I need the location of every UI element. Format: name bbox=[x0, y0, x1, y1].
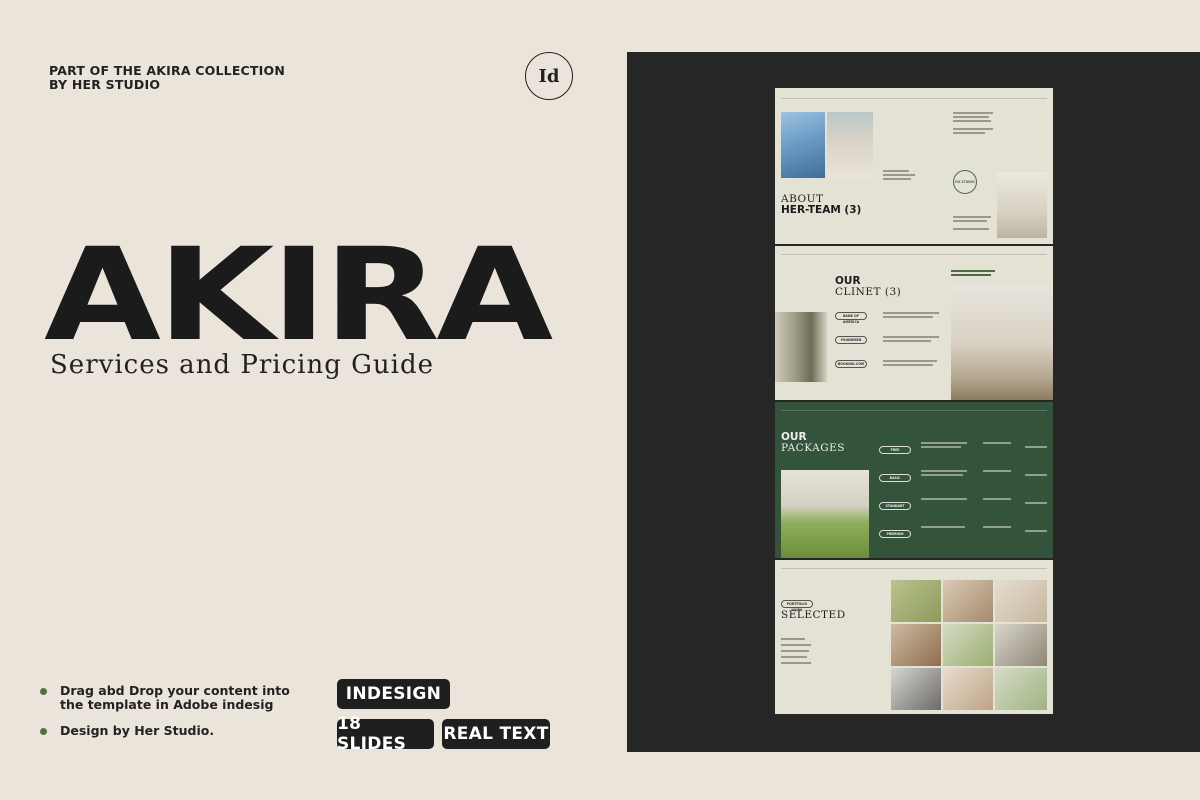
studio-stamp: HS STUDIO bbox=[953, 170, 977, 194]
bullet-icon bbox=[40, 728, 47, 735]
photo-team-member bbox=[997, 172, 1047, 238]
tag-real-text: REAL TEXT bbox=[442, 719, 550, 749]
package-pill: BASIC bbox=[879, 474, 911, 482]
gallery-photo bbox=[995, 668, 1047, 710]
feature-item: Drag abd Drop your content into the temp… bbox=[40, 684, 305, 712]
photo-lounge-chair bbox=[951, 286, 1053, 400]
collection-caption: PART OF THE AKIRA COLLECTION BY HER STUD… bbox=[49, 64, 285, 92]
packages-heading: OUR PACKAGES bbox=[781, 432, 845, 454]
photo-green-outfit bbox=[781, 470, 869, 558]
clients-heading: OUR CLINET (3) bbox=[835, 276, 901, 298]
collection-line-2: BY HER STUDIO bbox=[49, 77, 161, 92]
tag-slides: 18 SLIDES bbox=[337, 714, 434, 754]
gallery-photo bbox=[891, 668, 941, 710]
brand-title: AKIRA bbox=[44, 221, 553, 370]
gallery-photo bbox=[995, 580, 1047, 622]
gallery-photo bbox=[943, 624, 993, 666]
indesign-badge-label: Id bbox=[538, 65, 560, 87]
tag-indesign: INDESIGN bbox=[337, 679, 450, 709]
feature-text: Drag abd Drop your content into the temp… bbox=[60, 683, 290, 712]
collection-line-1: PART OF THE AKIRA COLLECTION bbox=[49, 63, 285, 78]
package-pill: STANDART bbox=[879, 502, 911, 510]
gallery-photo bbox=[943, 580, 993, 622]
gallery-photo bbox=[891, 624, 941, 666]
photo-interior bbox=[775, 312, 827, 382]
feature-text: Design by Her Studio. bbox=[60, 723, 215, 738]
template-preview: ABOUT HER-TEAM (3) HS STUDIO OUR CLINET … bbox=[627, 52, 1200, 752]
spread-selected: PORTFOLIO WORK SELECTED bbox=[775, 560, 1053, 714]
team-heading-title: HER-TEAM (3) bbox=[781, 204, 862, 216]
bullet-icon bbox=[40, 688, 47, 695]
selected-heading: SELECTED bbox=[781, 610, 846, 621]
spread-clients: OUR CLINET (3) BANK OF AMERICA YOUNGMEN … bbox=[775, 246, 1053, 400]
client-pill: YOUNGMEN bbox=[835, 336, 867, 344]
gallery-photo bbox=[995, 624, 1047, 666]
client-pill: BANK OF AMERICA bbox=[835, 312, 867, 324]
client-pill: BOOKING.COM bbox=[835, 360, 867, 368]
selected-heading-title: SELECTED bbox=[781, 609, 846, 621]
feature-item: Design by Her Studio. bbox=[40, 724, 305, 738]
feature-list: Drag abd Drop your content into the temp… bbox=[40, 684, 305, 750]
package-pill: FREE bbox=[879, 446, 911, 454]
gallery-photo bbox=[943, 668, 993, 710]
photo-team-member bbox=[781, 112, 825, 178]
brand-subtitle: Services and Pricing Guide bbox=[50, 350, 434, 380]
gallery-photo bbox=[891, 580, 941, 622]
clients-heading-title: CLINET (3) bbox=[835, 286, 902, 298]
package-pill: PREMIUM bbox=[879, 530, 911, 538]
indesign-badge-icon: Id bbox=[525, 52, 573, 100]
packages-heading-title: PACKAGES bbox=[781, 442, 845, 454]
team-heading: ABOUT HER-TEAM (3) bbox=[781, 194, 861, 216]
spread-about-team: ABOUT HER-TEAM (3) HS STUDIO bbox=[775, 88, 1053, 244]
photo-team-member bbox=[827, 112, 873, 178]
spread-packages: OUR PACKAGES FREE BASIC STANDART PREMIUM bbox=[775, 402, 1053, 558]
portfolio-tag: PORTFOLIO WORK bbox=[781, 600, 813, 612]
